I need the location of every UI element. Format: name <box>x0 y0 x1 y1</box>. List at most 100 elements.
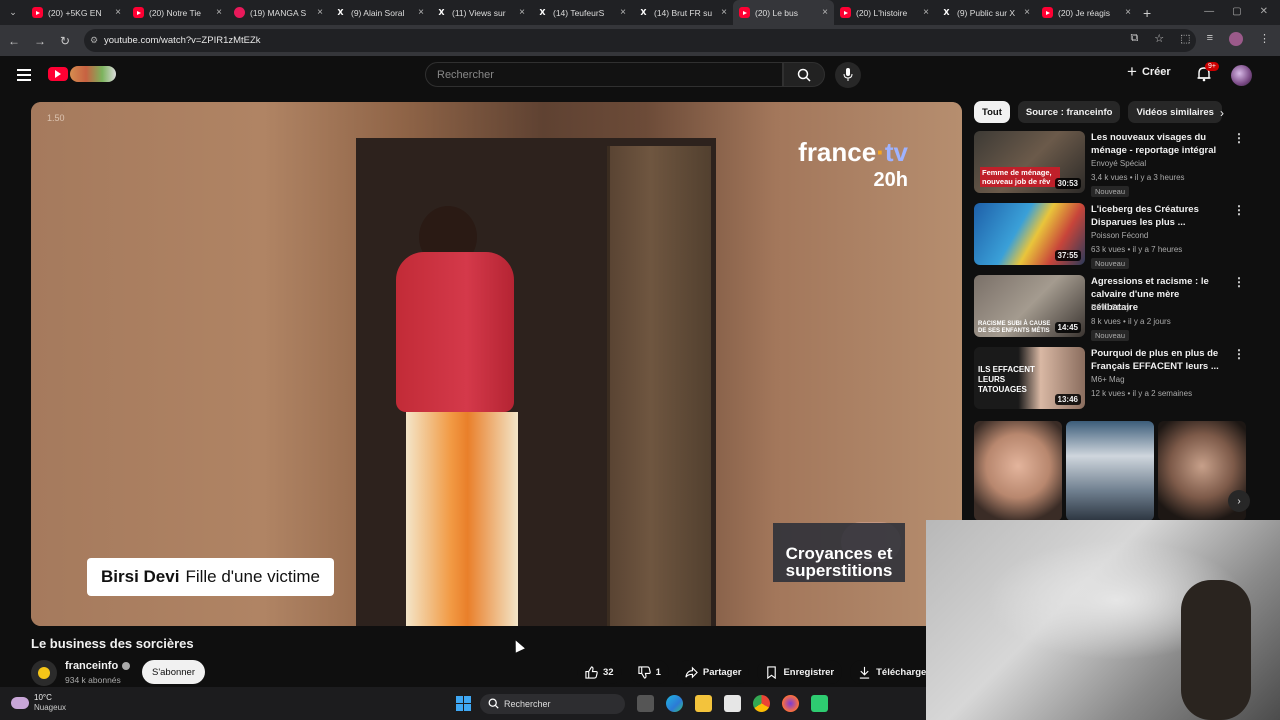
browser-tab[interactable]: (20) Le bus × <box>733 0 834 25</box>
voice-search-button[interactable] <box>835 62 861 88</box>
recommended-video[interactable]: ILS EFFACENT LEURS TATOUAGES 13:46 Pourq… <box>974 347 1274 411</box>
close-tab-icon[interactable]: × <box>721 7 727 18</box>
menu-icon[interactable]: ⋮ <box>1259 32 1270 46</box>
close-tab-icon[interactable]: × <box>115 7 121 18</box>
new-badge: Nouveau <box>1091 186 1130 197</box>
close-window-icon[interactable]: ✕ <box>1260 6 1268 17</box>
browser-tab[interactable]: (20) Je réagis × <box>1036 0 1137 25</box>
video-thumbnail[interactable]: ILS EFFACENT LEURS TATOUAGES 13:46 <box>974 347 1085 409</box>
browser-tab[interactable]: (20) Notre Tie × <box>127 0 228 25</box>
browser-tab[interactable]: (20) L'histoire × <box>834 0 935 25</box>
close-tab-icon[interactable]: × <box>418 7 424 18</box>
channel-name[interactable]: Poisson Fécond <box>1091 231 1148 240</box>
chevron-right-icon[interactable]: › <box>1220 106 1224 120</box>
like-button[interactable]: 32 <box>577 660 622 684</box>
view-meta: 3,4 k vues • il y a 3 heures <box>1091 173 1185 182</box>
video-thumbnail[interactable]: RACISME SUBI À CAUSE DE SES ENFANTS MÉTI… <box>974 275 1085 337</box>
close-tab-icon[interactable]: × <box>1125 7 1131 18</box>
windows-start-icon[interactable] <box>456 696 471 711</box>
video-thumbnail[interactable]: Femme de ménage, nouveau job de rêv 30:5… <box>974 131 1085 193</box>
tab-search-button[interactable]: ⌄ <box>0 0 26 25</box>
chat-app-icon[interactable] <box>811 695 828 712</box>
browser-tab[interactable]: (19) MANGA S × <box>228 0 329 25</box>
short-thumbnail[interactable] <box>1066 421 1154 521</box>
account-avatar[interactable] <box>1231 65 1252 86</box>
search-button[interactable] <box>783 62 825 87</box>
url-field[interactable]: ⚙ youtube.com/watch?v=ZPIR1zMtEZk <box>84 29 1196 52</box>
recommended-video[interactable]: RACISME SUBI À CAUSE DE SES ENFANTS MÉTI… <box>974 275 1274 341</box>
video-thumbnail[interactable]: 37:55 <box>974 203 1085 265</box>
recommended-video[interactable]: Femme de ménage, nouveau job de rêv 30:5… <box>974 131 1274 197</box>
create-button[interactable]: + Créer <box>1127 63 1171 80</box>
search-input[interactable]: Rechercher <box>425 62 783 87</box>
video-title-link[interactable]: Pourquoi de plus en plus de Français EFF… <box>1091 347 1226 373</box>
close-tab-icon[interactable]: × <box>822 7 828 18</box>
chip-similar[interactable]: Vidéos similaires <box>1128 101 1222 123</box>
edge-icon[interactable] <box>666 695 683 712</box>
chip-source[interactable]: Source : franceinfo <box>1017 101 1121 123</box>
back-icon[interactable]: ← <box>8 34 20 48</box>
youtube-logo[interactable] <box>48 66 116 82</box>
more-options-icon[interactable]: ⋮ <box>1233 347 1245 361</box>
watermark-20h: 20h <box>873 169 908 191</box>
taskbar-search[interactable]: Rechercher <box>480 694 625 714</box>
topic-caption: Croyances et superstitions <box>773 523 905 582</box>
webcam-person <box>1181 580 1251 720</box>
browser-tab[interactable]: X (9) Public sur X × <box>935 0 1036 25</box>
channel-name-row[interactable]: franceinfo <box>65 660 131 672</box>
share-button[interactable]: Partager <box>676 660 750 684</box>
close-tab-icon[interactable]: × <box>216 7 222 18</box>
channel-name[interactable]: RMC Story <box>1091 303 1130 312</box>
store-icon[interactable] <box>724 695 741 712</box>
weather-widget[interactable]: 10°C Nuageux <box>11 693 66 713</box>
channel-avatar[interactable] <box>31 660 57 686</box>
close-tab-icon[interactable]: × <box>923 7 929 18</box>
minimize-icon[interactable]: — <box>1204 6 1214 17</box>
channel-name[interactable]: M6+ Mag <box>1091 375 1125 384</box>
more-options-icon[interactable]: ⋮ <box>1233 203 1245 217</box>
install-icon[interactable]: ⧉ <box>1130 32 1138 46</box>
extensions-icon[interactable]: ⬚ <box>1180 32 1190 46</box>
more-options-icon[interactable]: ⋮ <box>1233 131 1245 145</box>
reload-icon[interactable]: ↻ <box>60 34 70 48</box>
share-label: Partager <box>702 666 742 678</box>
browser-tab[interactable]: X (9) Alain Soral × <box>329 0 430 25</box>
dislike-button[interactable]: 1 <box>629 660 669 684</box>
video-title-link[interactable]: Les nouveaux visages du ménage - reporta… <box>1091 131 1226 157</box>
channel-name[interactable]: Envoyé Spécial <box>1091 159 1146 168</box>
bookmark-star-icon[interactable]: ☆ <box>1154 32 1164 46</box>
maximize-icon[interactable]: ▢ <box>1232 6 1241 17</box>
new-tab-button[interactable]: + <box>1143 5 1151 21</box>
media-icon[interactable]: ≡ <box>1207 32 1213 46</box>
channel-name[interactable]: franceinfo <box>65 660 118 672</box>
close-tab-icon[interactable]: × <box>519 7 525 18</box>
lower-third-banner: Birsi Devi Fille d'une victime <box>87 558 335 596</box>
menu-icon[interactable] <box>17 69 31 84</box>
browser-tab[interactable]: X (14) TeufeurS × <box>531 0 632 25</box>
subscribe-button[interactable]: S'abonner <box>142 660 205 684</box>
forward-icon[interactable]: → <box>34 34 46 48</box>
video-title-link[interactable]: L'iceberg des Créatures Disparues les pl… <box>1091 203 1226 229</box>
close-tab-icon[interactable]: × <box>1024 7 1030 18</box>
chrome-icon[interactable] <box>753 695 770 712</box>
site-info-icon[interactable]: ⚙ <box>90 35 98 46</box>
recommended-video[interactable]: 37:55 L'iceberg des Créatures Disparues … <box>974 203 1274 269</box>
short-thumbnail[interactable] <box>974 421 1062 521</box>
close-tab-icon[interactable]: × <box>317 7 323 18</box>
close-tab-icon[interactable]: × <box>620 7 626 18</box>
browser-tab[interactable]: (20) +5KG EN × <box>26 0 127 25</box>
profile-icon[interactable] <box>1229 32 1243 46</box>
thumbnail-text: Femme de ménage, nouveau job de rêv <box>980 167 1060 187</box>
shorts-shelf <box>974 421 1246 521</box>
task-view-icon[interactable] <box>637 695 654 712</box>
save-button[interactable]: Enregistrer <box>757 660 843 684</box>
video-player[interactable]: 1.50 france·tv 20h Birsi Devi Fille d'un… <box>31 102 962 626</box>
download-button[interactable]: Télécharger <box>850 660 938 684</box>
file-explorer-icon[interactable] <box>695 695 712 712</box>
firefox-icon[interactable] <box>782 695 799 712</box>
chevron-right-icon[interactable]: › <box>1228 490 1250 512</box>
more-options-icon[interactable]: ⋮ <box>1233 275 1245 289</box>
chip-all[interactable]: Tout <box>974 101 1010 123</box>
browser-tab[interactable]: X (11) Views sur × <box>430 0 531 25</box>
browser-tab[interactable]: X (14) Brut FR su × <box>632 0 733 25</box>
